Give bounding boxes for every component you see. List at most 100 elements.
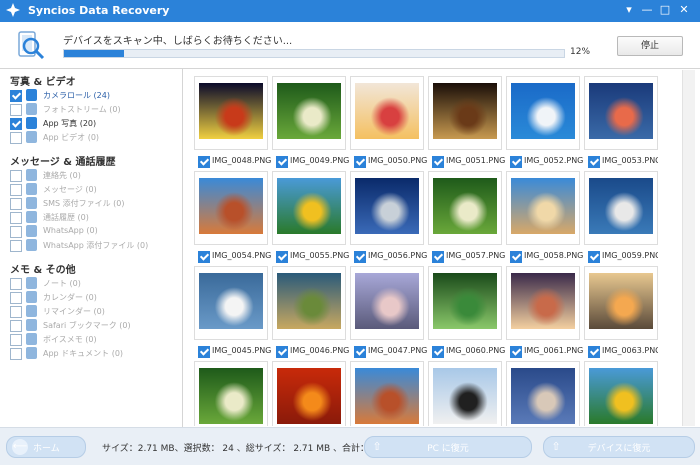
photo-thumbnail-frame[interactable]	[584, 361, 658, 426]
photo-tile[interactable]: IMG_0046.PNG	[272, 266, 349, 358]
sidebar-item[interactable]: カレンダー (0)	[10, 291, 180, 305]
photo-thumbnail-frame[interactable]	[272, 361, 346, 426]
sidebar-item[interactable]: メッセージ (0)	[10, 183, 180, 197]
sidebar-item[interactable]: App ビデオ (0)	[10, 131, 180, 145]
photo-thumbnail-frame[interactable]	[428, 171, 502, 245]
photo-tile[interactable]: IMG_0054.PNG	[194, 171, 271, 263]
sidebar-checkbox[interactable]	[10, 90, 22, 102]
maximize-icon[interactable]: □	[656, 2, 674, 18]
sidebar-checkbox[interactable]	[10, 118, 22, 130]
photo-thumbnail-frame[interactable]	[584, 171, 658, 245]
sidebar-checkbox[interactable]	[10, 292, 22, 304]
stop-button[interactable]: 停止	[617, 36, 683, 56]
photo-tile[interactable]: IMG_0050.PNG	[350, 76, 427, 168]
sidebar-item[interactable]: App 写真 (20)	[10, 117, 180, 131]
sidebar-item[interactable]: カメラロール (24)	[10, 89, 180, 103]
photo-thumbnail-frame[interactable]	[194, 76, 268, 150]
photo-thumbnail-frame[interactable]	[428, 76, 502, 150]
sidebar-checkbox[interactable]	[10, 132, 22, 144]
photo-tile[interactable]: IMG_0048.PNG	[194, 76, 271, 168]
photo-tile[interactable]: IMG_0059.PNG	[584, 171, 658, 263]
photo-checkbox[interactable]	[432, 156, 444, 168]
photo-thumbnail-frame[interactable]	[584, 266, 658, 340]
photo-tile[interactable]: IMG_0045.PNG	[194, 266, 271, 358]
photo-checkbox[interactable]	[588, 346, 600, 358]
sidebar-item[interactable]: Safari ブックマーク (0)	[10, 319, 180, 333]
sidebar-checkbox[interactable]	[10, 184, 22, 196]
photo-checkbox[interactable]	[276, 346, 288, 358]
photo-thumbnail-frame[interactable]	[194, 266, 268, 340]
photo-checkbox[interactable]	[198, 251, 210, 263]
photo-thumbnail-frame[interactable]	[194, 171, 268, 245]
photo-thumbnail-frame[interactable]	[350, 76, 424, 150]
photo-checkbox[interactable]	[198, 156, 210, 168]
sidebar-checkbox[interactable]	[10, 306, 22, 318]
sidebar-checkbox[interactable]	[10, 348, 22, 360]
photo-thumbnail-frame[interactable]	[584, 76, 658, 150]
photo-tile[interactable]: IMG_0057.PNG	[428, 171, 505, 263]
photo-thumbnail-frame[interactable]	[272, 76, 346, 150]
sidebar-checkbox[interactable]	[10, 170, 22, 182]
photo-thumbnail-frame[interactable]	[506, 266, 580, 340]
sidebar-checkbox[interactable]	[10, 320, 22, 332]
photo-thumbnail-frame[interactable]	[272, 171, 346, 245]
photo-thumbnail-frame[interactable]	[194, 361, 268, 426]
photo-tile[interactable]: IMG_0061.PNG	[506, 266, 583, 358]
photo-thumbnail-frame[interactable]	[350, 361, 424, 426]
home-button[interactable]: ⟵ ホーム	[6, 436, 86, 458]
photo-thumbnail-frame[interactable]	[506, 361, 580, 426]
sidebar-item[interactable]: WhatsApp (0)	[10, 225, 180, 239]
sidebar-item[interactable]: ノート (0)	[10, 277, 180, 291]
sidebar-item[interactable]: フォトストリーム (0)	[10, 103, 180, 117]
sidebar-item[interactable]: 通話履歴 (0)	[10, 211, 180, 225]
photo-tile[interactable]: IMG_0052.PNG	[506, 76, 583, 168]
restore-to-device-button[interactable]: ⇧ デバイスに復元	[543, 436, 695, 458]
sidebar-item[interactable]: リマインダー (0)	[10, 305, 180, 319]
photo-tile[interactable]: IMG_0056.PNG	[350, 171, 427, 263]
sidebar-item[interactable]: 連絡先 (0)	[10, 169, 180, 183]
photo-tile[interactable]: IMG_0063.PNG	[584, 266, 658, 358]
photo-checkbox[interactable]	[198, 346, 210, 358]
photo-thumbnail-frame[interactable]	[428, 361, 502, 426]
photo-checkbox[interactable]	[588, 251, 600, 263]
photo-checkbox[interactable]	[432, 346, 444, 358]
sidebar-checkbox[interactable]	[10, 104, 22, 116]
photo-checkbox[interactable]	[588, 156, 600, 168]
photo-checkbox[interactable]	[354, 346, 366, 358]
photo-checkbox[interactable]	[510, 346, 522, 358]
photo-tile[interactable]: IMG_0049.PNG	[272, 76, 349, 168]
photo-tile[interactable]: IMG_0058.PNG	[506, 171, 583, 263]
photo-tile[interactable]: IMG_0051.PNG	[428, 76, 505, 168]
photo-tile[interactable]	[272, 361, 346, 426]
restore-to-pc-button[interactable]: ⇧ PC に復元	[364, 436, 532, 458]
photo-tile[interactable]: IMG_0055.PNG	[272, 171, 349, 263]
photo-checkbox[interactable]	[510, 156, 522, 168]
photo-thumbnail-frame[interactable]	[506, 76, 580, 150]
photo-tile[interactable]	[506, 361, 580, 426]
photo-tile[interactable]: IMG_0047.PNG	[350, 266, 427, 358]
menu-dropdown-icon[interactable]: ▾	[620, 2, 638, 18]
photo-thumbnail-frame[interactable]	[506, 171, 580, 245]
sidebar-item[interactable]: App ドキュメント (0)	[10, 347, 180, 361]
sidebar-checkbox[interactable]	[10, 212, 22, 224]
photo-checkbox[interactable]	[354, 156, 366, 168]
photo-tile[interactable]	[428, 361, 502, 426]
sidebar-item[interactable]: WhatsApp 添付ファイル (0)	[10, 239, 180, 253]
sidebar-item[interactable]: SMS 添付ファイル (0)	[10, 197, 180, 211]
photo-tile[interactable]: IMG_0053.PNG	[584, 76, 658, 168]
photo-thumbnail-frame[interactable]	[350, 171, 424, 245]
photo-tile[interactable]	[194, 361, 268, 426]
photo-tile[interactable]	[584, 361, 658, 426]
sidebar-checkbox[interactable]	[10, 334, 22, 346]
photo-checkbox[interactable]	[276, 156, 288, 168]
grid-scrollbar[interactable]	[682, 70, 695, 426]
sidebar-checkbox[interactable]	[10, 226, 22, 238]
sidebar-item[interactable]: ボイスメモ (0)	[10, 333, 180, 347]
photo-checkbox[interactable]	[276, 251, 288, 263]
sidebar-checkbox[interactable]	[10, 198, 22, 210]
photo-thumbnail-frame[interactable]	[428, 266, 502, 340]
minimize-icon[interactable]: —	[638, 2, 656, 18]
photo-tile[interactable]	[350, 361, 424, 426]
close-icon[interactable]: ✕	[675, 2, 693, 18]
photo-checkbox[interactable]	[354, 251, 366, 263]
